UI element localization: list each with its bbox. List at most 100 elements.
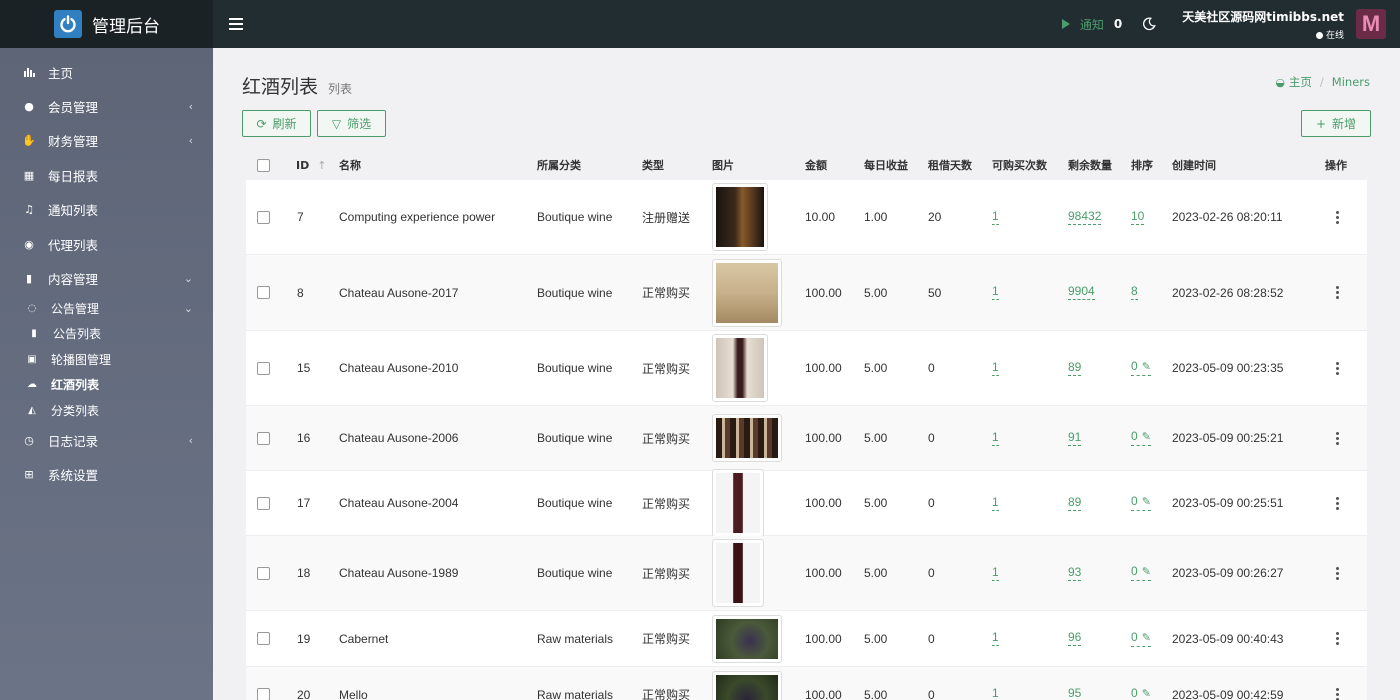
sidebar-item-carousel[interactable]: ▣ 轮播图管理 bbox=[0, 347, 213, 373]
filter-button[interactable]: ▽ 筛选 bbox=[317, 110, 386, 137]
header-created: 创建时间 bbox=[1172, 159, 1216, 172]
remaining-editable[interactable]: 89 bbox=[1068, 495, 1082, 511]
sidebar-item-category-list[interactable]: ◭ 分类列表 bbox=[0, 398, 213, 424]
breadcrumb-home[interactable]: 主页 bbox=[1289, 74, 1312, 90]
sidebar-item-label: 系统设置 bbox=[48, 468, 99, 484]
buy-times-editable[interactable]: 1 bbox=[992, 430, 999, 446]
sort-editable[interactable]: 8 bbox=[1131, 285, 1138, 300]
cell-created: 2023-05-09 00:25:21 bbox=[1172, 431, 1284, 445]
user-info[interactable]: 天美社区源码网timibbs.net 在线 bbox=[1182, 8, 1344, 41]
pencil-icon: ✎ bbox=[1141, 631, 1151, 644]
more-actions-icon[interactable] bbox=[1336, 631, 1339, 646]
play-icon bbox=[1061, 19, 1070, 29]
cell-category: Boutique wine bbox=[537, 566, 613, 580]
cell-days: 20 bbox=[928, 210, 942, 224]
sidebar-item-members[interactable]: ● 会员管理 ‹ bbox=[0, 89, 213, 123]
wine-thumbnail[interactable] bbox=[712, 183, 768, 251]
wine-thumbnail[interactable] bbox=[712, 414, 782, 462]
sidebar-item-agents[interactable]: ◉ 代理列表 bbox=[0, 227, 213, 261]
buy-times-editable[interactable]: 1 bbox=[992, 631, 999, 646]
breadcrumb-current: Miners bbox=[1331, 75, 1370, 89]
sort-editable[interactable]: 0 ✎ bbox=[1131, 360, 1151, 376]
buy-times-editable[interactable]: 1 bbox=[992, 687, 999, 700]
more-actions-icon[interactable] bbox=[1336, 285, 1339, 300]
more-actions-icon[interactable] bbox=[1336, 496, 1339, 511]
row-checkbox[interactable] bbox=[257, 632, 270, 645]
remaining-editable[interactable]: 96 bbox=[1068, 631, 1082, 646]
table-row: 18 Chateau Ausone-1989 Boutique wine 正常购… bbox=[246, 536, 1367, 611]
cell-amount: 10.00 bbox=[805, 210, 836, 224]
cell-daily: 5.00 bbox=[864, 361, 888, 375]
buy-times-editable[interactable]: 1 bbox=[992, 495, 999, 511]
select-all-checkbox[interactable] bbox=[257, 158, 270, 172]
sort-editable[interactable]: 0 ✎ bbox=[1131, 630, 1151, 647]
sidebar-item-logs[interactable]: ◷ 日志记录 ‹ bbox=[0, 423, 213, 457]
add-button[interactable]: + 新增 bbox=[1301, 110, 1371, 137]
buy-times-editable[interactable]: 1 bbox=[992, 565, 999, 581]
header-id[interactable]: ID ↑ bbox=[296, 159, 326, 172]
row-checkbox[interactable] bbox=[257, 210, 270, 224]
cell-id: 15 bbox=[297, 361, 311, 375]
sort-editable[interactable]: 0 ✎ bbox=[1131, 686, 1151, 700]
wine-thumbnail[interactable] bbox=[712, 258, 782, 327]
sidebar-item-notifications[interactable]: ♫ 通知列表 bbox=[0, 193, 213, 227]
more-actions-icon[interactable] bbox=[1336, 566, 1339, 581]
header-sort: 排序 bbox=[1131, 159, 1153, 172]
remaining-editable[interactable]: 98432 bbox=[1068, 209, 1102, 225]
more-actions-icon[interactable] bbox=[1336, 210, 1339, 225]
more-actions-icon[interactable] bbox=[1336, 431, 1339, 446]
buy-times-editable[interactable]: 1 bbox=[992, 285, 999, 300]
sidebar-item-home[interactable]: 主页 bbox=[0, 55, 213, 89]
cell-type: 正常购买 bbox=[642, 496, 691, 511]
sidebar-item-label: 每日报表 bbox=[48, 168, 99, 184]
wine-thumbnail[interactable] bbox=[712, 469, 764, 537]
app-title: 管理后台 bbox=[92, 16, 160, 37]
row-checkbox[interactable] bbox=[257, 566, 270, 580]
brand[interactable]: 管理后台 bbox=[0, 0, 213, 48]
sidebar-item-notice-manage[interactable]: ◌ 公告管理 ⌄ bbox=[0, 296, 213, 322]
table-row: 8 Chateau Ausone-2017 Boutique wine 正常购买… bbox=[246, 255, 1367, 331]
sort-editable[interactable]: 0 ✎ bbox=[1131, 430, 1151, 446]
remaining-editable[interactable]: 95 bbox=[1068, 687, 1081, 700]
sidebar-item-finance[interactable]: ✋ 财务管理 ‹ bbox=[0, 124, 213, 158]
wine-thumbnail[interactable] bbox=[712, 670, 782, 700]
moon-icon[interactable] bbox=[1142, 17, 1156, 31]
sort-editable[interactable]: 0 ✎ bbox=[1131, 565, 1151, 581]
sort-editable[interactable]: 10 bbox=[1131, 209, 1145, 225]
cell-daily: 5.00 bbox=[864, 496, 888, 510]
remaining-editable[interactable]: 9904 bbox=[1068, 285, 1095, 300]
row-checkbox[interactable] bbox=[257, 286, 270, 299]
row-checkbox[interactable] bbox=[257, 496, 270, 510]
remaining-editable[interactable]: 93 bbox=[1068, 565, 1082, 581]
table-header: ID ↑ 名称 所属分类 类型 图片 金额 每日收益 租借天数 可购买次数 剩余数… bbox=[246, 150, 1367, 180]
menu-toggle-icon[interactable] bbox=[229, 18, 243, 30]
header-image: 图片 bbox=[712, 159, 734, 172]
notify-button[interactable]: 通知 0 bbox=[1061, 16, 1122, 33]
cell-type: 注册赠送 bbox=[642, 210, 691, 225]
header-actions: 操作 bbox=[1325, 159, 1347, 172]
remaining-editable[interactable]: 91 bbox=[1068, 430, 1082, 446]
more-actions-icon[interactable] bbox=[1336, 687, 1339, 700]
sidebar-item-wine-list[interactable]: ☁ 红酒列表 bbox=[0, 372, 213, 398]
row-checkbox[interactable] bbox=[257, 688, 270, 700]
wine-thumbnail[interactable] bbox=[712, 539, 764, 607]
more-actions-icon[interactable] bbox=[1336, 361, 1339, 376]
avatar[interactable]: M bbox=[1356, 9, 1386, 39]
table-row: 17 Chateau Ausone-2004 Boutique wine 正常购… bbox=[246, 469, 1367, 537]
sidebar-item-content[interactable]: ▮ 内容管理 ⌄ bbox=[0, 261, 213, 295]
sort-editable[interactable]: 0 ✎ bbox=[1131, 495, 1151, 511]
row-checkbox[interactable] bbox=[257, 431, 270, 445]
buy-times-editable[interactable]: 1 bbox=[992, 360, 999, 376]
sidebar-item-notice-list[interactable]: ▮ 公告列表 bbox=[0, 321, 213, 347]
row-checkbox[interactable] bbox=[257, 361, 270, 375]
remaining-editable[interactable]: 89 bbox=[1068, 360, 1082, 376]
wine-thumbnail[interactable] bbox=[712, 614, 782, 663]
refresh-button[interactable]: ⟳ 刷新 bbox=[242, 110, 311, 137]
cell-name: Mello bbox=[339, 687, 368, 700]
wine-thumbnail[interactable] bbox=[712, 334, 768, 402]
cell-daily: 5.00 bbox=[864, 566, 888, 580]
sidebar-item-settings[interactable]: ⊞ 系统设置 bbox=[0, 458, 213, 492]
sidebar-item-daily-report[interactable]: ▦ 每日报表 bbox=[0, 158, 213, 192]
sort-icon: ↑ bbox=[317, 158, 327, 172]
buy-times-editable[interactable]: 1 bbox=[992, 209, 999, 225]
